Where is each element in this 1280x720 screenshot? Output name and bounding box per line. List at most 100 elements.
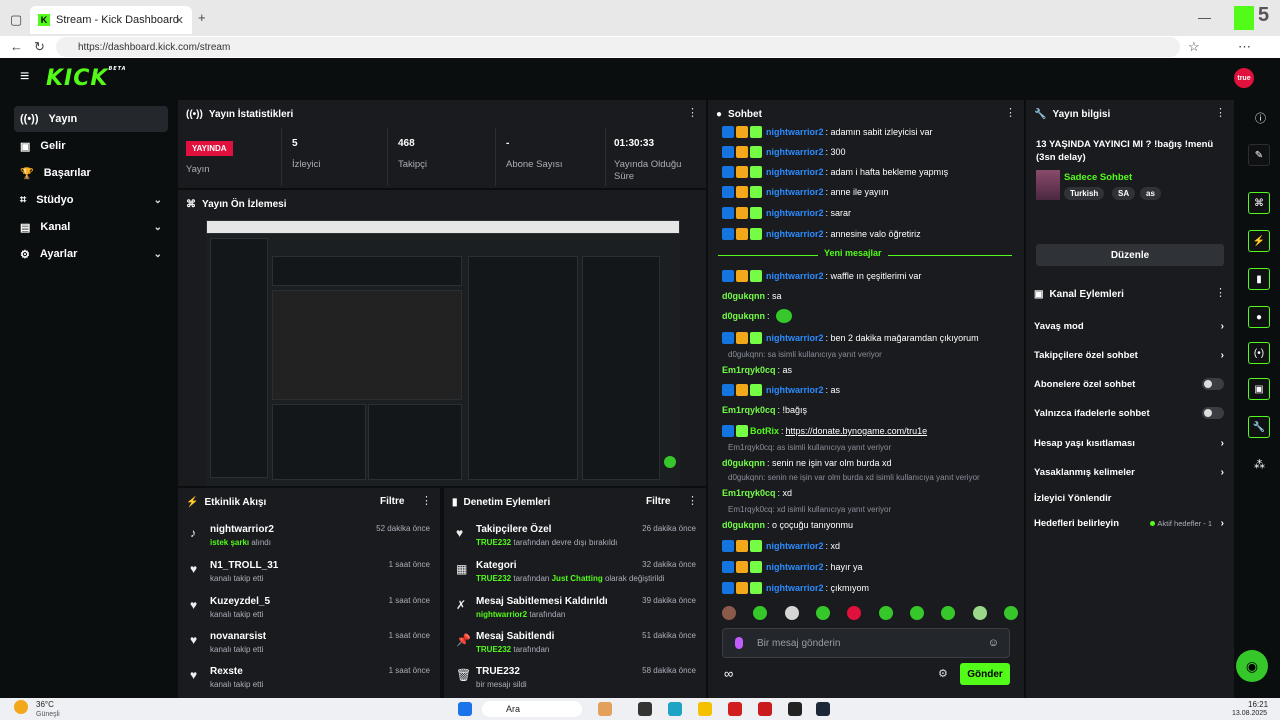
- action-account-age[interactable]: Hesap yaşı kısıtlaması ›: [1034, 433, 1224, 453]
- sidebar-item-gelir[interactable]: ▣ Gelir: [14, 133, 168, 159]
- sidebar-item-basarilar[interactable]: 🏆 Başarılar: [14, 160, 168, 186]
- infinity-points-icon[interactable]: ∞: [724, 666, 733, 681]
- chat-input[interactable]: Bir mesaj gönderin ☺: [722, 628, 1010, 658]
- chat-username[interactable]: nightwarrior2: [766, 583, 824, 593]
- document-tool-icon[interactable]: ▮: [1248, 268, 1270, 290]
- chat-username[interactable]: nightwarrior2: [766, 208, 824, 218]
- action-slow-mode[interactable]: Yavaş mod ›: [1034, 316, 1224, 336]
- emote-icon[interactable]: [722, 606, 736, 620]
- emote-icon[interactable]: [878, 606, 893, 620]
- explorer-icon[interactable]: [698, 702, 712, 716]
- chat-username[interactable]: nightwarrior2: [766, 147, 824, 157]
- taskbar-app-icon[interactable]: [638, 702, 652, 716]
- chat-username[interactable]: nightwarrior2: [766, 385, 824, 395]
- opera-icon[interactable]: [728, 702, 742, 716]
- hamburger-menu-icon[interactable]: ≡: [20, 68, 29, 86]
- favorites-icon[interactable]: ☆: [1188, 39, 1200, 55]
- chat-username[interactable]: nightwarrior2: [766, 127, 824, 137]
- action-goals[interactable]: Hedefleri belirleyin Aktif hedefler - 1 ›: [1034, 513, 1224, 533]
- chat-tool-icon[interactable]: ●: [1248, 306, 1270, 328]
- emote-icon[interactable]: [784, 606, 799, 620]
- chat-username[interactable]: nightwarrior2: [766, 187, 824, 197]
- more-options-icon[interactable]: ⋮: [1215, 106, 1226, 119]
- broadcast-tool-icon[interactable]: (•): [1248, 342, 1270, 364]
- chat-username[interactable]: Em1rqyk0cq: [722, 365, 776, 375]
- back-icon[interactable]: ←: [10, 39, 23, 54]
- chat-link[interactable]: https://donate.bynogame.com/tru1e: [786, 426, 928, 436]
- action-host[interactable]: İzleyici Yönlendir: [1034, 488, 1224, 508]
- more-options-icon[interactable]: ⋮: [1005, 106, 1016, 119]
- emote-icon[interactable]: [1003, 606, 1018, 620]
- sidebar-item-ayarlar[interactable]: ⚙ Ayarlar ⌄: [14, 241, 168, 267]
- minimize-icon[interactable]: —: [1198, 10, 1211, 25]
- emote-icon[interactable]: [847, 606, 862, 620]
- emote-only-toggle[interactable]: [1202, 407, 1224, 419]
- filter-button[interactable]: Filtre: [380, 496, 404, 507]
- tag-chip[interactable]: Turkish: [1064, 187, 1105, 200]
- tab-actions-icon[interactable]: ▢: [10, 12, 22, 28]
- chat-username[interactable]: Em1rqyk0cq: [722, 488, 776, 498]
- chat-username[interactable]: Em1rqyk0cq: [722, 405, 776, 415]
- chat-username[interactable]: d0gukqnn: [722, 291, 765, 301]
- close-tab-icon[interactable]: ✕: [175, 14, 184, 27]
- preview-browser-bar: [206, 220, 680, 234]
- taskbar-app-icon[interactable]: [598, 702, 612, 716]
- taskbar-app-icon[interactable]: [788, 702, 802, 716]
- more-options-icon[interactable]: ⋮: [1215, 286, 1226, 299]
- filter-button[interactable]: Filtre: [646, 496, 670, 507]
- emote-icon[interactable]: [815, 606, 830, 620]
- refresh-icon[interactable]: ↻: [34, 39, 45, 55]
- apps-icon[interactable]: ⁂: [1254, 458, 1265, 471]
- help-chat-icon[interactable]: ◉: [1236, 650, 1268, 682]
- chat-username[interactable]: nightwarrior2: [766, 333, 824, 343]
- browser-tab[interactable]: K Stream - Kick Dashboard ✕: [30, 6, 192, 34]
- edit-tool-icon[interactable]: ✎: [1248, 144, 1270, 166]
- address-bar[interactable]: https://dashboard.kick.com/stream: [56, 37, 1180, 57]
- chat-username[interactable]: d0gukqnn: [722, 520, 765, 530]
- chat-username[interactable]: nightwarrior2: [766, 167, 824, 177]
- taskbar-app-icon[interactable]: [758, 702, 772, 716]
- wrench-tool-icon[interactable]: 🔧: [1248, 416, 1270, 438]
- chat-username[interactable]: nightwarrior2: [766, 541, 824, 551]
- send-button[interactable]: Gönder: [960, 663, 1010, 685]
- category-name[interactable]: Sadece Sohbet: [1064, 172, 1132, 183]
- emote-icon[interactable]: [972, 606, 987, 620]
- subscribers-only-toggle[interactable]: [1202, 378, 1224, 390]
- edit-button[interactable]: Düzenle: [1036, 244, 1224, 266]
- chat-username[interactable]: nightwarrior2: [766, 271, 824, 281]
- settings-tool-icon[interactable]: ▣: [1248, 378, 1270, 400]
- preview-tool-icon[interactable]: ⌘: [1248, 192, 1270, 214]
- sidebar-item-kanal[interactable]: ▤ Kanal ⌄: [14, 214, 168, 240]
- chat-username[interactable]: d0gukqnn: [722, 311, 765, 321]
- emoji-icon[interactable]: ☺: [988, 637, 999, 649]
- more-options-icon[interactable]: ⋮: [421, 494, 432, 507]
- tag-chip[interactable]: SA: [1112, 187, 1136, 200]
- info-icon[interactable]: ⓘ: [1255, 110, 1266, 126]
- menu-dots-icon[interactable]: ⋯: [1238, 39, 1251, 55]
- action-followers-only[interactable]: Takipçilere özel sohbet ›: [1034, 345, 1224, 365]
- chat-settings-gear-icon[interactable]: ⚙: [938, 667, 948, 680]
- chat-username[interactable]: BotRix: [750, 426, 779, 436]
- chat-username[interactable]: nightwarrior2: [766, 229, 824, 239]
- sidebar-item-studyo[interactable]: ⌗ Stüdyo ⌄: [14, 187, 168, 213]
- kick-logo[interactable]: KICKBETA: [46, 66, 127, 91]
- more-options-icon[interactable]: ⋮: [687, 106, 698, 119]
- chat-username[interactable]: nightwarrior2: [766, 562, 824, 572]
- user-avatar[interactable]: true: [1234, 68, 1254, 88]
- sidebar-item-yayin[interactable]: ((•)) Yayın: [14, 106, 168, 132]
- action-banned-words[interactable]: Yasaklanmış kelimeler ›: [1034, 462, 1224, 482]
- steam-icon[interactable]: [816, 702, 830, 716]
- stream-preview-video[interactable]: [206, 220, 680, 486]
- bolt-tool-icon[interactable]: ⚡: [1248, 230, 1270, 252]
- new-tab-icon[interactable]: +: [198, 10, 206, 25]
- taskbar-search[interactable]: Ara: [482, 701, 582, 717]
- edge-icon[interactable]: [668, 702, 682, 716]
- windows-start-icon[interactable]: [458, 702, 472, 716]
- microphone-icon[interactable]: [735, 637, 743, 649]
- more-options-icon[interactable]: ⋮: [687, 494, 698, 507]
- emote-icon[interactable]: [909, 606, 924, 620]
- emote-icon[interactable]: [753, 606, 768, 620]
- emote-icon[interactable]: [941, 606, 956, 620]
- tag-chip[interactable]: as: [1140, 187, 1161, 200]
- chat-username[interactable]: d0gukqnn: [722, 458, 765, 468]
